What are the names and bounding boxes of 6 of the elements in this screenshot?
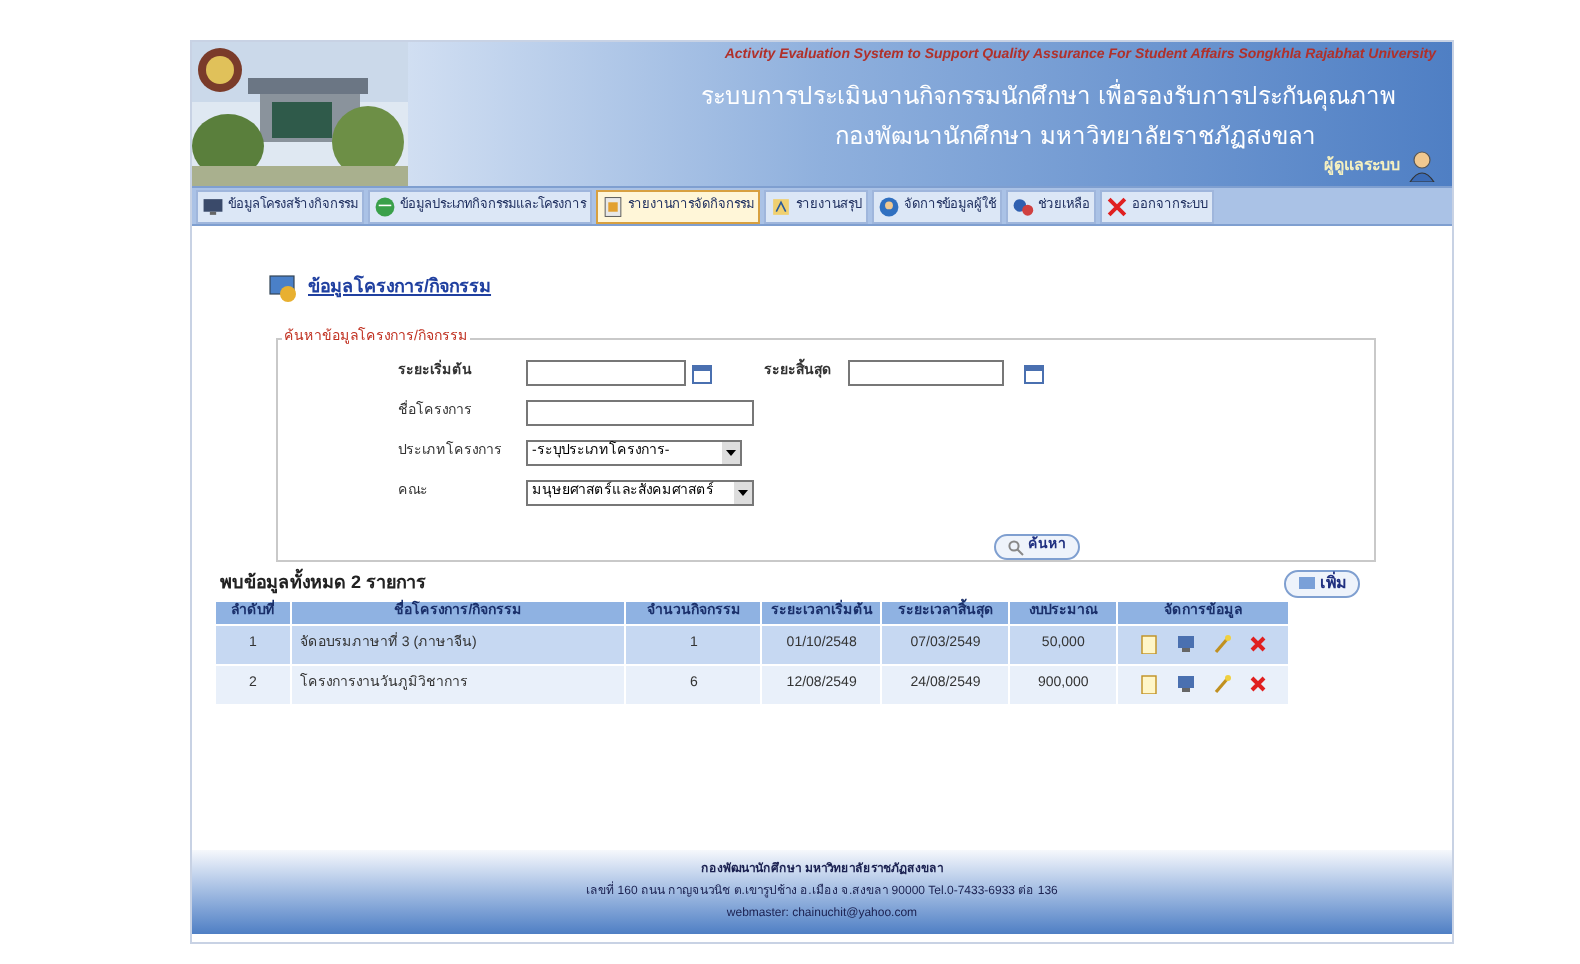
result-count: พบข้อมูลทั้งหมด 2 รายการ xyxy=(220,570,427,598)
organization-title: กองพัฒนานักศึกษา มหาวิทยาลัยราชภัฏสงขลา xyxy=(835,119,1316,153)
user-role: ผู้ดูแลระบบ xyxy=(1324,153,1400,177)
add-button[interactable]: เพิ่ม xyxy=(1284,570,1360,598)
system-title: ระบบการประเมินงานกิจกรรมนักศึกษา เพื่อรองรับการประกันคุณภาพ xyxy=(701,77,1396,113)
page-title: ข้อมูลโครงการ/กิจกรรม xyxy=(308,274,492,302)
